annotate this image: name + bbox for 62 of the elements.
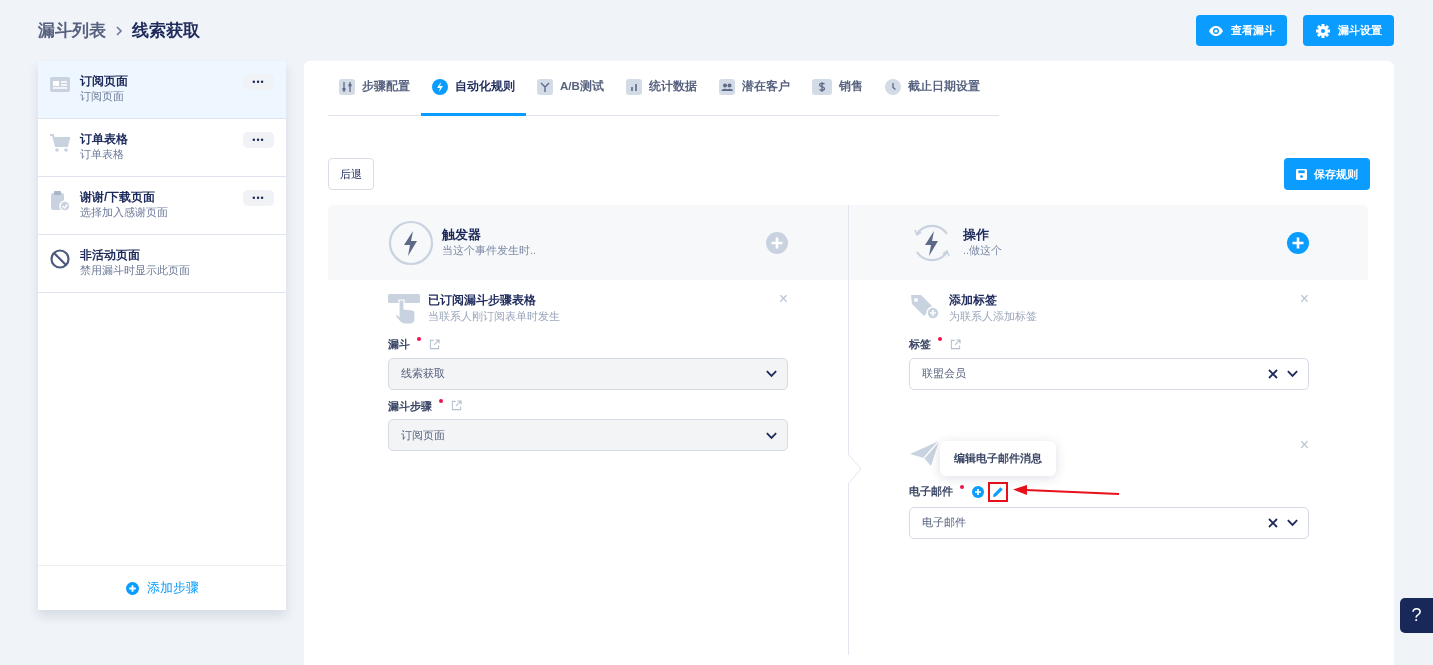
section-title: 触发器 xyxy=(442,226,482,244)
cart-icon xyxy=(49,132,71,154)
funnel-step-item[interactable]: 订单表格 订单表格 ••• xyxy=(38,119,286,177)
more-menu-button[interactable]: ••• xyxy=(243,132,274,148)
clear-icon xyxy=(1268,368,1278,379)
card-subtitle: 当联系人刚订阅表单时发生 xyxy=(428,309,561,325)
tab[interactable]: 销售 xyxy=(800,61,874,116)
more-menu-button[interactable]: ••• xyxy=(243,190,274,206)
funnel-step-item[interactable]: 谢谢/下载页面 选择加入感谢页面 ••• xyxy=(38,177,286,235)
clipboard-check-icon xyxy=(49,190,71,212)
step-subtitle: 订阅页面 xyxy=(80,89,125,104)
section-subtitle: 当这个事件发生时.. xyxy=(442,243,536,259)
tab[interactable]: 步骤配置 xyxy=(328,61,421,116)
breadcrumb-item[interactable]: 漏斗列表 xyxy=(38,17,106,44)
lightning-circle-icon xyxy=(388,219,434,266)
dollar-icon xyxy=(811,79,832,95)
tab[interactable]: 统计数据 xyxy=(614,61,708,116)
field-label: 漏斗步骤 xyxy=(388,398,432,414)
sliders-icon xyxy=(339,79,355,95)
select-field[interactable]: 联盟会员 xyxy=(909,357,1309,390)
funnel-step-item[interactable]: 订阅页面 订阅页面 ••• xyxy=(38,61,286,119)
clock-icon xyxy=(884,79,901,95)
field-label: 电子邮件 xyxy=(909,484,953,500)
select-field[interactable]: 电子邮件 xyxy=(909,506,1309,539)
bar-chart-icon xyxy=(625,79,642,95)
split-arrows-icon xyxy=(537,79,553,95)
prohibited-icon xyxy=(49,248,71,270)
plus-circle-icon xyxy=(125,581,139,595)
lightning-icon xyxy=(432,79,448,95)
add-trigger-button[interactable] xyxy=(766,231,788,254)
step-subtitle: 订单表格 xyxy=(80,147,125,162)
more-menu-button[interactable]: ••• xyxy=(243,74,274,90)
section-subtitle: ..做这个 xyxy=(963,243,1002,259)
step-subtitle: 禁用漏斗时显示此页面 xyxy=(80,263,191,278)
chevron-right-icon xyxy=(114,24,124,37)
plus-circle-icon[interactable] xyxy=(972,485,984,498)
step-title: 非活动页面 xyxy=(80,248,141,263)
section-title: 操作 xyxy=(963,226,990,244)
card-subtitle: 为联系人添加标签 xyxy=(949,309,1038,325)
step-title: 订单表格 xyxy=(80,132,129,147)
tab[interactable]: 截止日期设置 xyxy=(873,61,991,116)
field-label: 漏斗 xyxy=(388,337,410,352)
tab[interactable]: A/B测试 xyxy=(526,61,615,116)
gear-icon xyxy=(1315,22,1331,39)
people-icon xyxy=(718,79,735,95)
step-subtitle: 选择加入感谢页面 xyxy=(80,205,169,220)
funnel-step-item[interactable]: 非活动页面 禁用漏斗时显示此页面 xyxy=(38,235,286,293)
tab[interactable]: 潜在客户 xyxy=(707,61,801,116)
field-label: 标签 xyxy=(909,337,931,352)
help-button[interactable]: ? xyxy=(1400,598,1433,633)
hand-pointer-icon xyxy=(388,292,420,324)
step-title: 订阅页面 xyxy=(80,74,129,89)
add-action-button[interactable] xyxy=(1287,231,1309,254)
back-button[interactable]: 后退 xyxy=(328,158,374,190)
breadcrumb-item: 线索获取 xyxy=(132,19,200,42)
card-title: 已订阅漏斗步骤表格 xyxy=(428,293,537,308)
step-title: 谢谢/下载页面 xyxy=(80,190,157,205)
clear-icon xyxy=(1268,517,1278,528)
card-title: 添加标签 xyxy=(949,293,998,308)
tooltip: 编辑电子邮件消息 xyxy=(940,441,1056,476)
tab[interactable]: 自动化规则 xyxy=(421,61,526,116)
external-link-icon[interactable] xyxy=(950,338,961,350)
